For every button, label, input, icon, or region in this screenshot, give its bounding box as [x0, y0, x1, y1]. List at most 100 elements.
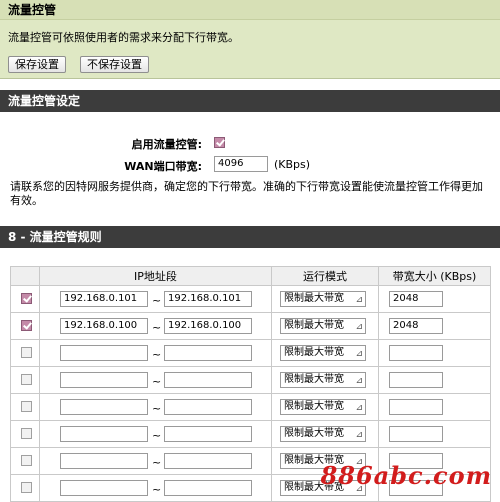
ip-end-input[interactable]: 192.168.0.101: [164, 291, 252, 307]
row-select-cell: [10, 339, 40, 367]
row-mode-cell: 限制最大带宽 ⊿: [271, 393, 379, 421]
row-bandwidth-cell: [378, 366, 491, 394]
row-mode-cell: 限制最大带宽 ⊿: [271, 366, 379, 394]
info-panel: 流量控管 流量控管可依照使用者的需求来分配下行带宽。 保存设置 不保存设置: [0, 0, 500, 79]
bandwidth-input[interactable]: [389, 426, 443, 442]
enable-label: 启用流量控管:: [131, 138, 202, 151]
dropdown-arrow-icon: ⊿: [355, 376, 363, 386]
rule-enable-checkbox[interactable]: [21, 482, 32, 493]
row-mode-cell: 限制最大带宽 ⊿: [271, 285, 379, 313]
bandwidth-input[interactable]: 2048: [389, 318, 443, 334]
row-bandwidth-cell: [378, 393, 491, 421]
ip-end-input[interactable]: [164, 399, 252, 415]
row-ip-cell: ~: [39, 474, 272, 502]
ip-start-input[interactable]: [60, 453, 148, 469]
row-ip-cell: 192.168.0.100 ~192.168.0.100: [39, 312, 272, 340]
wan-bandwidth-label: WAN端口带宽:: [124, 160, 202, 173]
mode-select-value: 限制最大带宽: [284, 347, 344, 358]
dropdown-arrow-icon: ⊿: [355, 430, 363, 440]
row-select-cell: [10, 447, 40, 475]
table-row: ~ 限制最大带宽 ⊿: [10, 366, 491, 394]
ip-start-input[interactable]: [60, 426, 148, 442]
panel-title: 流量控管: [0, 0, 500, 20]
mode-select-value: 限制最大带宽: [284, 401, 344, 412]
ip-range-separator: ~: [152, 483, 162, 496]
row-select-cell: [10, 366, 40, 394]
rule-enable-checkbox[interactable]: [21, 455, 32, 466]
ip-start-input[interactable]: 192.168.0.101: [60, 291, 148, 307]
table-row: 192.168.0.100 ~192.168.0.100 限制最大带宽 ⊿ 2048: [10, 312, 491, 340]
ip-end-input[interactable]: [164, 345, 252, 361]
rule-enable-checkbox[interactable]: [21, 428, 32, 439]
mode-select-value: 限制最大带宽: [284, 374, 344, 385]
bandwidth-note: 请联系您的因特网服务提供商，确定您的下行带宽。准确的下行带宽设置能使流量控管工作…: [10, 180, 483, 207]
table-row: ~ 限制最大带宽 ⊿: [10, 393, 491, 421]
row-select-cell: [10, 285, 40, 313]
ip-range-column-header: IP地址段: [39, 266, 272, 286]
rule-enable-checkbox[interactable]: [21, 320, 32, 331]
table-row: ~ 限制最大带宽 ⊿: [10, 339, 491, 367]
bandwidth-input[interactable]: [389, 399, 443, 415]
rule-enable-checkbox[interactable]: [21, 293, 32, 304]
dropdown-arrow-icon: ⊿: [355, 349, 363, 359]
panel-description: 流量控管可依照使用者的需求来分配下行带宽。: [8, 31, 239, 44]
row-select-cell: [10, 312, 40, 340]
ip-end-input[interactable]: [164, 453, 252, 469]
table-header-row: IP地址段 运行模式 带宽大小 (KBps): [10, 266, 491, 286]
mode-select-value: 限制最大带宽: [284, 293, 344, 304]
ip-end-input[interactable]: [164, 426, 252, 442]
dont-save-button[interactable]: 不保存设置: [80, 56, 149, 73]
save-settings-button[interactable]: 保存设置: [8, 56, 66, 73]
row-bandwidth-cell: [378, 339, 491, 367]
ip-range-separator: ~: [152, 375, 162, 388]
ip-start-input[interactable]: 192.168.0.100: [60, 318, 148, 334]
dropdown-arrow-icon: ⊿: [355, 295, 363, 305]
row-select-cell: [10, 420, 40, 448]
row-select-cell: [10, 474, 40, 502]
mode-select[interactable]: 限制最大带宽 ⊿: [280, 318, 366, 334]
mode-select[interactable]: 限制最大带宽 ⊿: [280, 345, 366, 361]
ip-start-input[interactable]: [60, 372, 148, 388]
settings-section-header: 流量控管设定: [0, 90, 500, 112]
ip-range-separator: ~: [152, 321, 162, 334]
mode-select-value: 限制最大带宽: [284, 428, 344, 439]
bandwidth-column-header: 带宽大小 (KBps): [378, 266, 491, 286]
ip-range-separator: ~: [152, 456, 162, 469]
table-row: 192.168.0.101 ~192.168.0.101 限制最大带宽 ⊿ 2048: [10, 285, 491, 313]
row-select-cell: [10, 393, 40, 421]
ip-range-separator: ~: [152, 429, 162, 442]
table-row: ~ 限制最大带宽 ⊿: [10, 420, 491, 448]
mode-column-header: 运行模式: [271, 266, 379, 286]
bandwidth-input[interactable]: 2048: [389, 291, 443, 307]
rule-enable-checkbox[interactable]: [21, 347, 32, 358]
ip-range-separator: ~: [152, 348, 162, 361]
rule-enable-checkbox[interactable]: [21, 374, 32, 385]
bandwidth-input[interactable]: [389, 345, 443, 361]
bandwidth-input[interactable]: [389, 372, 443, 388]
row-ip-cell: ~: [39, 366, 272, 394]
row-mode-cell: 限制最大带宽 ⊿: [271, 339, 379, 367]
ip-range-separator: ~: [152, 294, 162, 307]
select-column-header: [10, 266, 40, 286]
mode-select[interactable]: 限制最大带宽 ⊿: [280, 372, 366, 388]
row-bandwidth-cell: 2048: [378, 312, 491, 340]
rule-enable-checkbox[interactable]: [21, 401, 32, 412]
wan-bandwidth-input[interactable]: 4096: [214, 156, 268, 172]
row-ip-cell: ~: [39, 420, 272, 448]
ip-range-separator: ~: [152, 402, 162, 415]
dropdown-arrow-icon: ⊿: [355, 403, 363, 413]
dropdown-arrow-icon: ⊿: [355, 322, 363, 332]
ip-end-input[interactable]: [164, 372, 252, 388]
row-ip-cell: ~: [39, 339, 272, 367]
row-ip-cell: 192.168.0.101 ~192.168.0.101: [39, 285, 272, 313]
enable-checkbox[interactable]: [214, 137, 225, 148]
ip-start-input[interactable]: [60, 399, 148, 415]
site-watermark: 886abc.com: [320, 461, 492, 490]
mode-select[interactable]: 限制最大带宽 ⊿: [280, 399, 366, 415]
mode-select[interactable]: 限制最大带宽 ⊿: [280, 426, 366, 442]
ip-start-input[interactable]: [60, 345, 148, 361]
rules-section-header: 8 - 流量控管规则: [0, 226, 500, 248]
ip-end-input[interactable]: 192.168.0.100: [164, 318, 252, 334]
wan-bandwidth-unit: (KBps): [274, 158, 311, 171]
mode-select[interactable]: 限制最大带宽 ⊿: [280, 291, 366, 307]
